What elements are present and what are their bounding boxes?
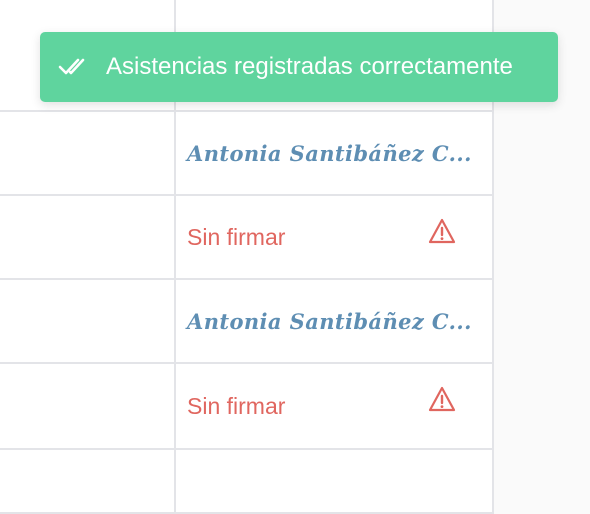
signature-name: Antonia Santibáñez C...: [187, 140, 472, 166]
unsigned-label: Sin firmar: [187, 223, 286, 250]
row-divider: [0, 448, 494, 450]
double-check-icon: [58, 58, 85, 75]
signature-cell: Antonia Santibáñez C...: [176, 112, 492, 194]
toast-message: Asistencias registradas correctamente: [106, 53, 513, 80]
warning-icon[interactable]: [428, 386, 456, 412]
signature-cell: Sin firmar: [176, 196, 492, 278]
unsigned-label: Sin firmar: [187, 392, 286, 419]
warning-icon[interactable]: [428, 218, 456, 244]
success-toast[interactable]: Asistencias registradas correctamente: [40, 32, 558, 102]
signature-name: Antonia Santibáñez C...: [187, 308, 472, 334]
signature-cell: Sin firmar: [176, 364, 492, 448]
signature-cell: Antonia Santibáñez C...: [176, 280, 492, 362]
screen: Antonia Santibáñez C... Sin firmar Anton…: [0, 0, 590, 514]
